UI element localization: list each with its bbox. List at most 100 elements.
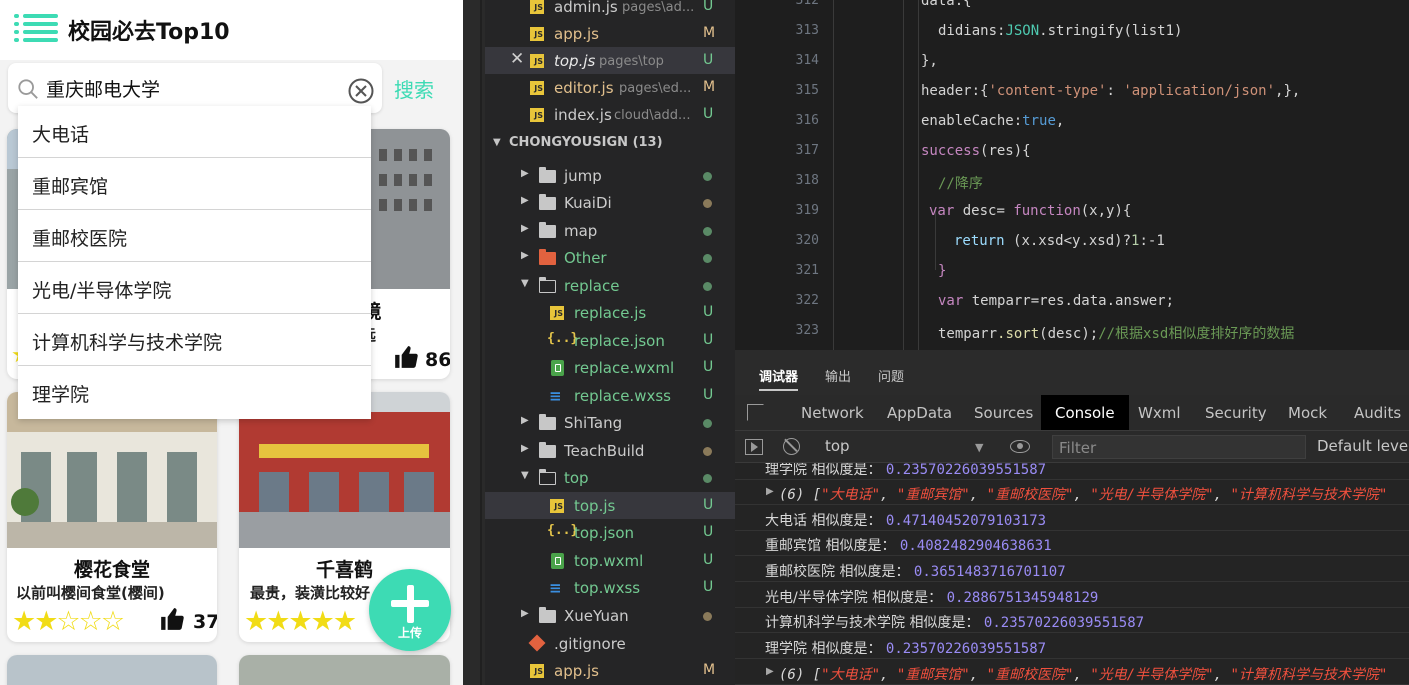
tab-output[interactable]: 输出 — [825, 366, 851, 385]
tree-folder[interactable]: ▶ TeachBuild — [485, 437, 735, 464]
place-card[interactable] — [239, 655, 450, 685]
status-dot — [703, 612, 712, 621]
open-editor-item[interactable]: JS app.js M — [485, 20, 735, 47]
tree-folder[interactable]: ▶ map — [485, 217, 735, 244]
console-array-row[interactable]: ▶ (6) ["大电话", "重邮宾馆", "重邮校医院", "光电/半导体学院"… — [735, 480, 1409, 505]
upload-label: 上传 — [397, 626, 422, 640]
console-log-row: 大电话 相似度是： 0.47140452079103173 — [735, 506, 1409, 531]
folder-icon — [539, 194, 556, 210]
expand-triangle-icon[interactable]: ▶ — [766, 486, 774, 497]
code-line: 320 return (x.xsd<y.xsd)?1:-1 — [795, 233, 1165, 249]
tree-file[interactable]: top.wxml U — [485, 547, 735, 574]
tree-folder[interactable]: ▶ XueYuan — [485, 602, 735, 629]
close-icon[interactable]: ✕ — [510, 49, 524, 69]
code-line: 321} — [795, 263, 947, 279]
log-levels-select[interactable]: Default levels — [1317, 437, 1409, 455]
suggestion-item[interactable]: 光电/半导体学院 — [18, 262, 371, 314]
place-card[interactable] — [7, 655, 217, 685]
chevron-right-icon: ▶ — [521, 443, 529, 454]
suggestion-item[interactable]: 重邮校医院 — [18, 210, 371, 262]
chevron-right-icon: ▶ — [521, 608, 529, 619]
tree-file[interactable]: {..} top.json U — [485, 519, 735, 546]
tree-file-selected[interactable]: JS top.js U — [485, 492, 735, 519]
tab-audits[interactable]: Audits — [1354, 404, 1401, 422]
tree-file[interactable]: {..} replace.json U — [485, 327, 735, 354]
open-editor-item-active[interactable]: ✕ JS top.js pages\top U — [485, 47, 735, 74]
git-icon — [528, 634, 546, 652]
place-card[interactable]: 樱花食堂 以前叫樱间食堂(樱间) ★★☆☆☆ 37 — [7, 392, 217, 642]
tab-sources[interactable]: Sources — [974, 404, 1033, 422]
tab-appdata[interactable]: AppData — [887, 404, 952, 422]
tab-wxml[interactable]: Wxml — [1138, 404, 1181, 422]
sidebar-toggle-icon[interactable] — [745, 439, 763, 455]
chevron-down-icon[interactable]: ▼ — [975, 441, 983, 454]
tree-file[interactable]: JS replace.js U — [485, 299, 735, 326]
folder-icon — [539, 442, 556, 458]
folder-icon — [539, 607, 556, 623]
code-line: 313 didians:JSON.stringify(list1) — [795, 23, 1183, 39]
suggestion-item[interactable]: 重邮宾馆 — [18, 158, 371, 210]
tab-console[interactable]: Console — [1041, 395, 1129, 430]
tab-network[interactable]: Network — [801, 404, 864, 422]
code-line: 319 var desc= function(x,y){ — [795, 203, 1132, 219]
workspace-section-header[interactable]: ▼ CHONGYOUSIGN (13) — [485, 130, 735, 156]
upload-button[interactable]: 上传 — [369, 569, 451, 651]
app-header: 校园必去Top10 — [0, 0, 463, 60]
status-dot — [703, 199, 712, 208]
likes-count: 86 — [425, 349, 450, 371]
js-file-icon: JS — [550, 306, 564, 320]
open-editor-item[interactable]: JS admin.js pages\ad... U — [485, 0, 735, 20]
status-dot — [703, 474, 712, 483]
suggestion-dropdown: 大电话 重邮宾馆 重邮校医院 光电/半导体学院 计算机科学与技术学院 理学院 — [18, 106, 371, 419]
tree-file[interactable]: .gitignore — [485, 630, 735, 657]
clear-console-icon[interactable] — [783, 438, 800, 455]
tree-file[interactable]: ≡ replace.wxss U — [485, 382, 735, 409]
tab-debugger[interactable]: 调试器 — [759, 366, 799, 391]
tab-problems[interactable]: 问题 — [878, 366, 904, 385]
chevron-right-icon: ▶ — [521, 250, 529, 261]
folder-open-icon — [539, 469, 556, 485]
thumb-up-icon[interactable] — [393, 344, 419, 370]
tree-folder-open[interactable]: ▼ top — [485, 464, 735, 491]
clear-icon[interactable] — [348, 78, 374, 104]
likes-count: 37 — [193, 611, 217, 633]
suggestion-item[interactable]: 理学院 — [18, 366, 371, 418]
search-button[interactable]: 搜索 — [394, 74, 434, 103]
open-editor-item[interactable]: JS editor.js pages\ed... M — [485, 74, 735, 101]
console-log-row: 计算机科学与技术学院 相似度是： 0.23570226039551587 — [735, 608, 1409, 633]
filter-input[interactable]: Filter — [1052, 435, 1306, 459]
expand-triangle-icon[interactable]: ▶ — [766, 666, 774, 677]
code-editor[interactable]: 312 data:{ 313 didians:JSON.stringify(list… — [735, 0, 1409, 350]
inspect-icon[interactable] — [747, 404, 764, 421]
code-line: 316 enableCache:true, — [795, 113, 1065, 129]
suggestion-item[interactable]: 大电话 — [18, 106, 371, 158]
suggestion-item[interactable]: 计算机科学与技术学院 — [18, 314, 371, 366]
search-input[interactable]: 重庆邮电大学 — [46, 75, 160, 102]
thumb-up-icon[interactable] — [159, 606, 185, 632]
file-explorer: JS admin.js pages\ad... U JS app.js M ✕ JS top.… — [485, 0, 735, 685]
tree-folder[interactable]: ▶ jump — [485, 162, 735, 189]
tree-folder[interactable]: ▶ ShiTang — [485, 409, 735, 436]
context-select[interactable]: top — [825, 437, 850, 455]
card-image — [239, 655, 450, 685]
search-icon — [18, 79, 38, 99]
console-log-row: 重邮宾馆 相似度是： 0.4082482904638631 — [735, 531, 1409, 556]
eye-icon[interactable] — [1010, 440, 1030, 453]
folder-icon — [539, 167, 556, 183]
tree-folder[interactable]: ▶ KuaiDi — [485, 189, 735, 216]
tree-file[interactable]: replace.wxml U — [485, 354, 735, 381]
tree-folder[interactable]: ▶ Other — [485, 244, 735, 271]
tree-file[interactable]: ≡ top.wxss U — [485, 574, 735, 601]
wxss-file-icon: ≡ — [549, 387, 562, 405]
code-line: 322 var temparr=res.data.answer; — [795, 293, 1175, 309]
rating-stars: ★★★★★ — [244, 606, 357, 637]
tab-mock[interactable]: Mock — [1288, 404, 1327, 422]
tree-file[interactable]: JS app.js M — [485, 657, 735, 684]
console-log-row: 理学院 相似度是： 0.23570226039551587 — [735, 463, 1409, 480]
open-editor-item[interactable]: JS index.js cloud\add... U — [485, 101, 735, 128]
menu-icon[interactable] — [14, 14, 58, 42]
panel-divider[interactable] — [463, 0, 485, 685]
console-array-row[interactable]: ▶ (6) ["大电话", "重邮宾馆", "重邮校医院", "光电/半导体学院"… — [735, 660, 1409, 685]
tab-security[interactable]: Security — [1205, 404, 1267, 422]
tree-folder-open[interactable]: ▼ replace — [485, 272, 735, 299]
